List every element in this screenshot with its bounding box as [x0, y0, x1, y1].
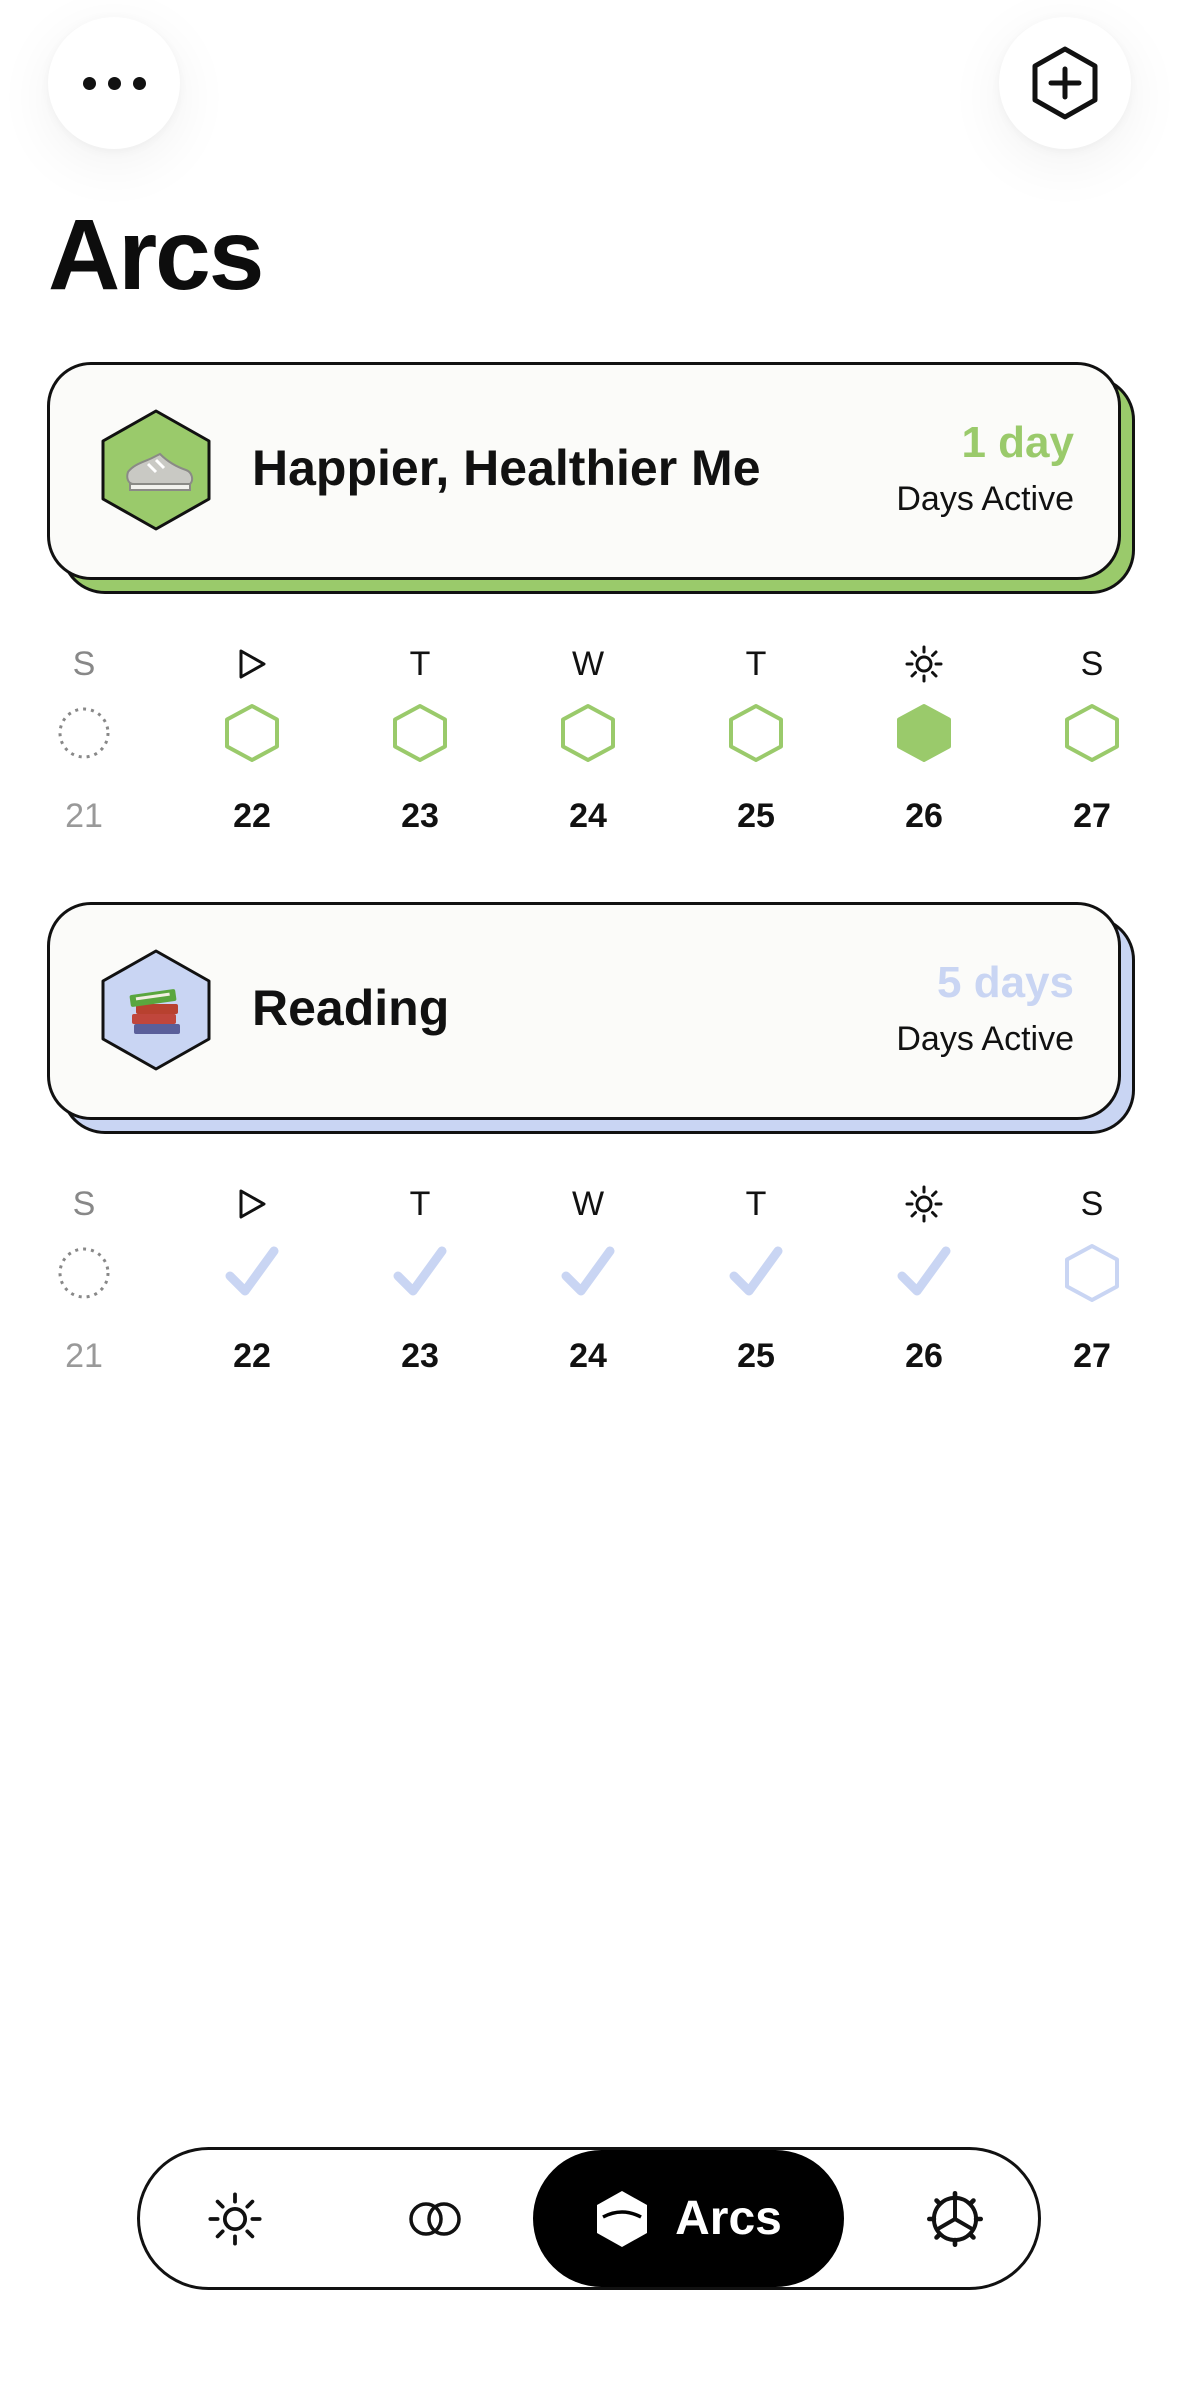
hexagon-outline-icon — [1065, 1244, 1119, 1302]
date-number: 22 — [233, 797, 271, 835]
ellipsis-icon — [82, 76, 146, 90]
weekday-label: T — [745, 1184, 767, 1223]
days-active-label: Days Active — [896, 480, 1074, 518]
week-strip-happier-healthier-me: S 21 22 T 23 W 24 T 25 26 S 27 — [29, 643, 1149, 853]
day-22[interactable]: 22 — [197, 643, 307, 853]
date-number: 27 — [1073, 1337, 1111, 1375]
checkmark-icon — [897, 1246, 951, 1296]
day-24[interactable]: W 24 — [533, 1183, 643, 1393]
date-number: 27 — [1073, 797, 1111, 835]
days-active-label: Days Active — [896, 1020, 1074, 1058]
day-27[interactable]: S 27 — [1037, 643, 1147, 853]
weekday-label: T — [745, 644, 767, 683]
day-26[interactable]: 26 — [869, 643, 979, 853]
day-23[interactable]: T 23 — [365, 643, 475, 853]
sneaker-icon — [101, 409, 211, 531]
date-number: 21 — [65, 797, 103, 835]
date-number: 24 — [569, 1337, 607, 1375]
date-number: 25 — [737, 1337, 775, 1375]
arcs-hexagon-icon — [597, 2190, 648, 2247]
checkmark-icon — [729, 1246, 783, 1296]
hexagon-plus-icon — [1032, 46, 1098, 120]
day-21[interactable]: S 21 — [29, 1183, 139, 1393]
week-strip-reading: S 21 22 T 23 W 24 T 25 26 S 27 — [29, 1183, 1149, 1393]
page-title: Arcs — [48, 199, 264, 311]
day-26[interactable]: 26 — [869, 1183, 979, 1393]
checkmark-icon — [225, 1246, 279, 1296]
tab-arcs[interactable]: Arcs — [533, 2150, 844, 2287]
weekday-label: T — [409, 644, 431, 683]
weekday-label: S — [72, 644, 96, 683]
add-arc-button[interactable] — [999, 17, 1131, 149]
day-22[interactable]: 22 — [197, 1183, 307, 1393]
day-27[interactable]: S 27 — [1037, 1183, 1147, 1393]
tab-overlap[interactable] — [390, 2150, 480, 2287]
pending-dotted-circle-icon — [58, 1247, 110, 1299]
date-number: 26 — [905, 797, 943, 835]
days-active-count: 5 days — [937, 958, 1074, 1007]
day-21[interactable]: S 21 — [29, 643, 139, 853]
weekday-label: T — [409, 1184, 431, 1223]
books-icon — [101, 949, 211, 1071]
hexagon-outline-icon — [561, 704, 615, 762]
pending-dotted-circle-icon — [58, 707, 110, 759]
sun-icon — [869, 643, 979, 685]
play-icon — [197, 1183, 307, 1225]
weekday-label: S — [1080, 644, 1104, 683]
checkmark-icon — [393, 1246, 447, 1296]
tab-bar: Arcs — [137, 2147, 1041, 2290]
date-number: 21 — [65, 1337, 103, 1375]
arc-title: Happier, Healthier Me — [252, 440, 761, 496]
hexagon-outline-icon — [393, 704, 447, 762]
play-icon — [197, 643, 307, 685]
date-number: 23 — [401, 797, 439, 835]
gear-icon — [926, 2190, 984, 2247]
date-number: 23 — [401, 1337, 439, 1375]
arc-card-happier-healthier-me[interactable]: Happier, Healthier Me 1 day Days Active — [47, 362, 1135, 594]
weekday-label: S — [72, 1184, 96, 1223]
days-active-count: 1 day — [961, 418, 1074, 467]
hexagon-outline-icon — [225, 704, 279, 762]
day-25[interactable]: T 25 — [701, 643, 811, 853]
sun-icon — [869, 1183, 979, 1225]
tab-settings[interactable] — [910, 2150, 1000, 2287]
hexagon-outline-icon — [729, 704, 783, 762]
date-number: 24 — [569, 797, 607, 835]
day-25[interactable]: T 25 — [701, 1183, 811, 1393]
tab-arcs-label: Arcs — [675, 2192, 782, 2245]
arc-card-reading[interactable]: Reading 5 days Days Active — [47, 902, 1135, 1134]
hexagon-filled-icon — [897, 704, 951, 762]
weekday-label: W — [571, 644, 605, 683]
checkmark-icon — [561, 1246, 615, 1296]
tab-today[interactable] — [190, 2150, 280, 2287]
weekday-label: S — [1080, 1184, 1104, 1223]
date-number: 26 — [905, 1337, 943, 1375]
day-23[interactable]: T 23 — [365, 1183, 475, 1393]
overlap-circles-icon — [409, 2201, 461, 2236]
hexagon-outline-icon — [1065, 704, 1119, 762]
arc-title: Reading — [252, 980, 450, 1036]
date-number: 25 — [737, 797, 775, 835]
weekday-label: W — [571, 1184, 605, 1223]
menu-button[interactable] — [48, 17, 180, 149]
sun-icon — [208, 2191, 262, 2246]
day-24[interactable]: W 24 — [533, 643, 643, 853]
date-number: 22 — [233, 1337, 271, 1375]
